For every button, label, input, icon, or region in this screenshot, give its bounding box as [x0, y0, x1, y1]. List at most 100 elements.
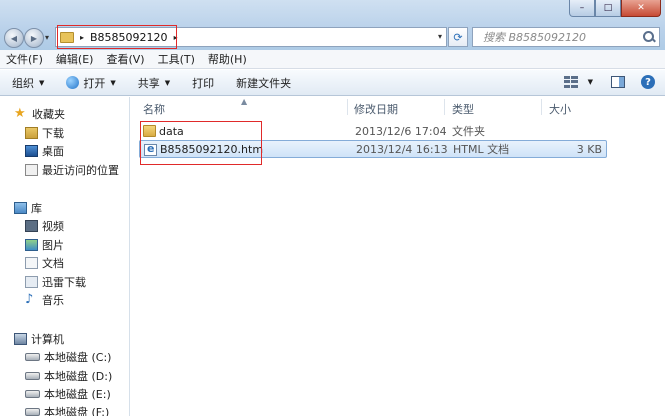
library-icon	[14, 202, 27, 214]
menu-tools[interactable]: 工具(T)	[158, 51, 195, 67]
nav-libraries[interactable]: 库	[14, 200, 42, 216]
nav-group-label: 收藏夹	[32, 108, 65, 121]
window-controls: – □ ✕	[569, 0, 661, 18]
column-divider[interactable]	[444, 99, 445, 115]
sort-ascending-icon: ▲	[241, 97, 248, 106]
nav-item-thunder-downloads[interactable]: 迅雷下载	[25, 274, 86, 290]
organize-label: 组织	[12, 76, 34, 90]
column-header-type[interactable]: 类型	[452, 101, 474, 117]
file-date: 2013/12/4 16:13	[356, 142, 448, 156]
back-button[interactable]: ◀	[4, 28, 24, 48]
nav-item-label: 下载	[42, 127, 64, 140]
nav-item-documents[interactable]: 文档	[25, 255, 64, 271]
hard-drive-icon	[25, 353, 40, 361]
star-icon: ★	[14, 106, 26, 121]
title-bar: – □ ✕ ◀ ▶ ▾ ▸ B8585092120 ▸ ▾ ⟳ 搜索 B8585…	[0, 0, 665, 50]
share-button[interactable]: 共享 ▼	[138, 75, 170, 91]
documents-library-icon	[25, 257, 38, 269]
minimize-button[interactable]: –	[569, 0, 595, 17]
file-size: 3 KB	[576, 142, 602, 156]
video-library-icon	[25, 220, 38, 232]
refresh-button[interactable]: ⟳	[448, 27, 468, 47]
help-icon[interactable]: ?	[641, 75, 655, 89]
column-header-size[interactable]: 大小	[549, 101, 571, 117]
address-highlight-box	[57, 25, 177, 49]
column-divider[interactable]	[347, 99, 348, 115]
chevron-down-icon[interactable]: ▼	[588, 78, 593, 86]
new-folder-button[interactable]: 新建文件夹	[236, 75, 291, 91]
search-input[interactable]: 搜索 B8585092120	[473, 29, 642, 45]
recent-places-icon	[25, 164, 38, 176]
file-type: 文件夹	[452, 125, 485, 138]
menu-bar: 文件(F) 编辑(E) 查看(V) 工具(T) 帮助(H)	[0, 50, 665, 69]
nav-item-desktop[interactable]: 桌面	[25, 143, 64, 159]
nav-item-label: 本地磁盘 (C:)	[44, 351, 112, 364]
chevron-down-icon: ▼	[39, 78, 45, 87]
browser-icon	[66, 76, 80, 89]
new-folder-label: 新建文件夹	[236, 76, 292, 90]
column-header-date[interactable]: 修改日期	[354, 101, 398, 117]
command-bar: 组织 ▼ 打开 ▼ 共享 ▼ 打印 新建文件夹 ▼ ?	[0, 70, 665, 96]
column-divider[interactable]	[541, 99, 542, 115]
nav-item-label: 图片	[42, 239, 64, 252]
address-dropdown-icon[interactable]: ▾	[438, 32, 442, 41]
downloads-folder-icon	[25, 127, 38, 139]
hard-drive-icon	[25, 372, 40, 380]
menu-view[interactable]: 查看(V)	[106, 51, 144, 67]
nav-favorites[interactable]: ★ 收藏夹	[14, 106, 65, 122]
pictures-library-icon	[25, 239, 38, 251]
nav-item-label: 本地磁盘 (E:)	[44, 388, 111, 401]
hard-drive-icon	[25, 408, 40, 416]
maximize-button[interactable]: □	[595, 0, 621, 17]
nav-item-label: 视频	[42, 220, 64, 233]
menu-help[interactable]: 帮助(H)	[208, 51, 247, 67]
close-button[interactable]: ✕	[621, 0, 661, 17]
nav-item-drive-d[interactable]: 本地磁盘 (D:)	[25, 368, 112, 384]
forward-arrow-icon: ▶	[30, 33, 38, 43]
chevron-down-icon: ▼	[164, 78, 171, 87]
print-label: 打印	[192, 76, 215, 90]
view-options-icon[interactable]	[563, 76, 578, 88]
nav-item-label: 文档	[42, 257, 64, 270]
thunder-download-icon	[25, 276, 38, 288]
nav-item-label: 最近访问的位置	[42, 164, 119, 177]
desktop-icon	[25, 145, 38, 157]
menu-edit[interactable]: 编辑(E)	[56, 51, 94, 67]
navigation-pane: ★ 收藏夹 下载 桌面 最近访问的位置 库 视频 图片 文档 迅雷下载 ♪ 音乐…	[0, 97, 130, 416]
recent-pages-dropdown[interactable]: ▾	[45, 33, 49, 42]
nav-item-label: 迅雷下载	[42, 276, 86, 289]
print-button[interactable]: 打印	[192, 75, 214, 91]
nav-item-drive-e[interactable]: 本地磁盘 (E:)	[25, 386, 111, 402]
nav-item-label: 音乐	[42, 294, 64, 307]
forward-button[interactable]: ▶	[24, 28, 44, 48]
file-type: HTML 文档	[453, 143, 510, 156]
column-header-name[interactable]: 名称	[143, 101, 165, 117]
nav-item-drive-c[interactable]: 本地磁盘 (C:)	[25, 349, 111, 365]
nav-item-recent[interactable]: 最近访问的位置	[25, 162, 119, 178]
nav-item-music[interactable]: ♪ 音乐	[25, 292, 64, 308]
nav-computer[interactable]: 计算机	[14, 331, 64, 347]
nav-item-drive-f[interactable]: 本地磁盘 (F:)	[25, 404, 109, 416]
computer-icon	[14, 333, 27, 345]
files-highlight-box	[140, 121, 262, 165]
nav-item-downloads[interactable]: 下载	[25, 125, 64, 141]
nav-item-label: 本地磁盘 (F:)	[44, 406, 110, 416]
file-date: 2013/12/6 17:04	[355, 124, 447, 138]
open-label: 打开	[83, 76, 106, 90]
search-icon[interactable]	[642, 30, 656, 44]
refresh-icon: ⟳	[453, 30, 463, 44]
nav-group-label: 库	[31, 202, 42, 215]
nav-item-videos[interactable]: 视频	[25, 218, 64, 234]
search-box[interactable]: 搜索 B8585092120	[472, 27, 660, 47]
nav-item-label: 桌面	[42, 145, 64, 158]
open-button[interactable]: 打开 ▼	[66, 75, 116, 91]
hard-drive-icon	[25, 390, 40, 398]
organize-button[interactable]: 组织 ▼	[12, 75, 44, 91]
chevron-down-icon: ▼	[110, 78, 116, 87]
toolbar-right: ▼ ?	[563, 75, 655, 89]
preview-pane-icon[interactable]	[611, 76, 625, 88]
nav-group-label: 计算机	[31, 333, 64, 346]
menu-file[interactable]: 文件(F)	[6, 51, 43, 67]
nav-item-pictures[interactable]: 图片	[25, 237, 64, 253]
back-arrow-icon: ◀	[10, 33, 18, 43]
